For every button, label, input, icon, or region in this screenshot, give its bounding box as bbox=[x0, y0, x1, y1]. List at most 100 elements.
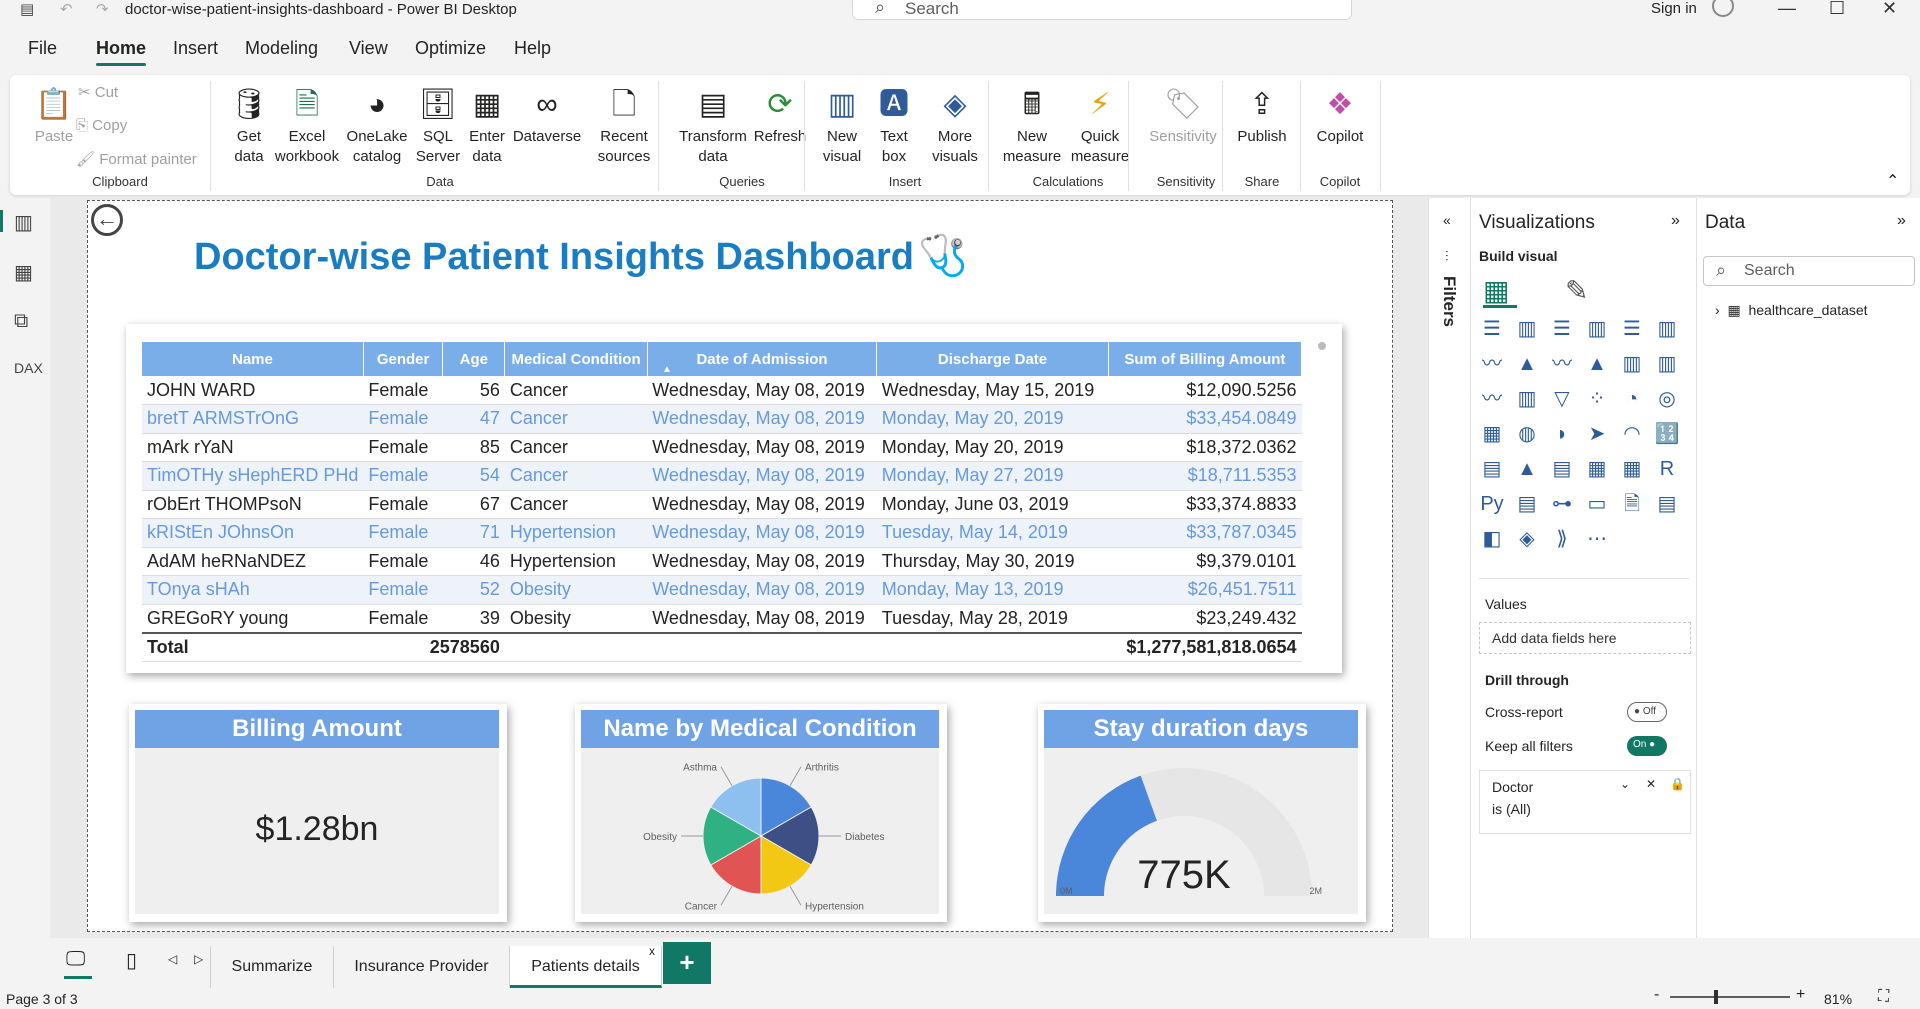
text-box-button[interactable]: 🅰 Text box bbox=[872, 85, 916, 167]
menu-home[interactable]: Home bbox=[96, 38, 147, 66]
menu-insert[interactable]: Insert bbox=[173, 38, 218, 59]
scatter-icon[interactable]: ⁘ bbox=[1584, 386, 1610, 412]
new-visual-button[interactable]: ▥ New visual bbox=[818, 85, 866, 167]
power-apps-icon[interactable]: ◧ bbox=[1479, 526, 1505, 552]
slicer-icon[interactable]: ▤ bbox=[1549, 456, 1575, 482]
100-bar-icon[interactable]: ☰ bbox=[1619, 316, 1645, 342]
table-row[interactable]: JOHN WARD Female 56 Cancer Wednesday, May 08… bbox=[142, 376, 1302, 405]
r-visual-icon[interactable]: R bbox=[1654, 456, 1680, 482]
menu-optimize[interactable]: Optimize bbox=[415, 38, 486, 59]
undo-icon[interactable]: ↶ bbox=[60, 0, 73, 18]
values-drop-zone[interactable]: Add data fields here bbox=[1479, 622, 1691, 654]
column-header-name[interactable]: Name bbox=[142, 342, 364, 376]
save-icon[interactable]: ▤ bbox=[20, 0, 34, 18]
maximize-icon[interactable]: ☐ bbox=[1829, 0, 1845, 19]
report-view-icon[interactable]: ▥ bbox=[0, 210, 33, 235]
dataset-item[interactable]: › ▦ healthcare_dataset bbox=[1715, 302, 1868, 319]
donut-icon[interactable]: ◎ bbox=[1654, 386, 1680, 412]
column-header-discharge-date[interactable]: Discharge Date bbox=[876, 342, 1109, 376]
filled-map-icon[interactable]: ◗ bbox=[1549, 421, 1575, 447]
billing-amount-card[interactable]: Billing Amount $1.28bn bbox=[129, 704, 507, 922]
waterfall-icon[interactable]: ▥ bbox=[1619, 351, 1645, 377]
table-row[interactable]: TimOTHy sHephERD PHd Female 54 Cancer Wednes… bbox=[142, 461, 1302, 491]
sensitivity-button[interactable]: 🏷 Sensitivity bbox=[1138, 85, 1228, 147]
page-tab-insurance-provider[interactable]: Insurance Provider bbox=[334, 946, 510, 988]
quick-measure-button[interactable]: ⚡ Quick measure bbox=[1068, 85, 1132, 167]
chevron-down-icon[interactable]: ⌄ bbox=[1620, 777, 1630, 791]
ribbon-chart-icon[interactable]: ▲ bbox=[1584, 351, 1610, 377]
column-header-gender[interactable]: Gender bbox=[363, 342, 444, 376]
expand-filters-icon[interactable]: « bbox=[1443, 212, 1451, 228]
transform-data-button[interactable]: ▤ Transform data bbox=[668, 85, 758, 167]
cut-button[interactable]: ✂ Cut bbox=[78, 83, 118, 101]
table-row[interactable]: bretT ARMSTrOnG Female 47 Cancer Wednesday, … bbox=[142, 404, 1302, 434]
table-icon[interactable]: ▦ bbox=[1584, 456, 1610, 482]
stay-duration-gauge-card[interactable]: Stay duration days 775K 0M 2M bbox=[1038, 704, 1366, 922]
column-header-date-of-admission[interactable]: Date of Admission bbox=[647, 342, 878, 376]
line-column-icon[interactable]: ▥ bbox=[1654, 351, 1680, 377]
pie-icon[interactable]: ◔ bbox=[1619, 386, 1645, 412]
next-page-icon[interactable]: ▷ bbox=[194, 952, 203, 966]
column-header-billing[interactable]: Sum of Billing Amount bbox=[1108, 342, 1303, 376]
enter-data-button[interactable]: ▦ Enter data bbox=[464, 85, 510, 167]
menu-file[interactable]: File bbox=[28, 38, 57, 59]
dataverse-button[interactable]: ∞ Dataverse bbox=[512, 85, 582, 147]
page-tab-patients-details[interactable]: Patients details bbox=[510, 946, 662, 988]
line-chart-icon[interactable]: 〰 bbox=[1479, 351, 1505, 377]
remove-filter-icon[interactable]: ✕ bbox=[1646, 777, 1656, 791]
more-visuals-icon[interactable]: ⋯ bbox=[1584, 526, 1610, 552]
collapse-ribbon-icon[interactable]: ⌃ bbox=[1886, 171, 1899, 191]
table-view-icon[interactable]: ▦ bbox=[14, 260, 33, 285]
format-visual-tab-icon[interactable]: ✎ bbox=[1565, 274, 1588, 307]
get-data-button[interactable]: 🛢 Get data bbox=[224, 85, 274, 167]
line-stacked-column-icon[interactable]: 〰 bbox=[1479, 386, 1505, 412]
add-page-button[interactable]: + bbox=[663, 942, 711, 984]
clustered-column-icon[interactable]: ▥ bbox=[1584, 316, 1610, 342]
card-icon[interactable]: 🔢 bbox=[1654, 421, 1680, 447]
minimize-icon[interactable]: — bbox=[1778, 0, 1796, 19]
table-row[interactable]: kRIStEn JOhnsOn Female 71 Hypertension Wedne… bbox=[142, 518, 1302, 548]
table-row[interactable]: mArk rYaN Female 85 Cancer Wednesday, May 08… bbox=[142, 433, 1302, 462]
stacked-area-icon[interactable]: 〰 bbox=[1549, 351, 1575, 377]
sign-in-link[interactable]: Sign in bbox=[1651, 0, 1697, 17]
decomposition-tree-icon[interactable]: ⊶ bbox=[1549, 491, 1575, 517]
paste-button[interactable]: 📋 Paste bbox=[24, 85, 84, 147]
multi-row-card-icon[interactable]: ▤ bbox=[1479, 456, 1505, 482]
new-measure-button[interactable]: 🖩 New measure bbox=[1000, 85, 1064, 167]
model-view-icon[interactable]: ⧉ bbox=[14, 310, 28, 333]
menu-view[interactable]: View bbox=[349, 38, 388, 59]
format-painter-button[interactable]: 🖌 Format painter bbox=[76, 150, 197, 168]
drill-through-filter-card[interactable]: Doctor is (All) ⌄ ✕ 🔒 bbox=[1479, 770, 1691, 834]
qna-icon[interactable]: ▭ bbox=[1584, 491, 1610, 517]
medical-condition-pie-card[interactable]: Name by Medical Condition Arthritis Diabe… bbox=[575, 704, 947, 922]
lock-icon[interactable]: 🔒 bbox=[1670, 777, 1685, 791]
build-visual-tab-icon[interactable]: ▦ bbox=[1483, 274, 1517, 308]
column-2-icon[interactable]: ▥ bbox=[1514, 386, 1540, 412]
page-tab-summarize[interactable]: Summarize bbox=[210, 946, 334, 988]
collapse-visualizations-icon[interactable]: » bbox=[1671, 212, 1680, 230]
dax-query-view-icon[interactable]: DAX bbox=[14, 360, 43, 376]
menu-modeling[interactable]: Modeling bbox=[245, 38, 318, 59]
key-influencers-icon[interactable]: ▤ bbox=[1514, 491, 1540, 517]
avatar[interactable] bbox=[1712, 0, 1734, 17]
clustered-bar-icon[interactable]: ☰ bbox=[1549, 316, 1575, 342]
copilot-button[interactable]: ❖ Copilot bbox=[1308, 85, 1372, 147]
close-tab-icon[interactable]: x bbox=[649, 944, 655, 958]
table-row[interactable]: rObErt THOMPsoN Female 67 Cancer Wednesday, … bbox=[142, 490, 1302, 519]
treemap-icon[interactable]: ▦ bbox=[1479, 421, 1505, 447]
previous-page-icon[interactable]: ◁ bbox=[168, 952, 177, 966]
collapse-data-icon[interactable]: » bbox=[1897, 212, 1906, 230]
map-icon[interactable]: ◍ bbox=[1514, 421, 1540, 447]
publish-button[interactable]: ⇪ Publish bbox=[1232, 85, 1292, 147]
kpi-icon[interactable]: ▲ bbox=[1514, 456, 1540, 482]
desktop-layout-icon[interactable]: 🖵 bbox=[66, 948, 85, 971]
table-row[interactable]: AdAM heRNaNDEZ Female 46 Hypertension Wednes… bbox=[142, 547, 1302, 576]
mobile-layout-icon[interactable]: ▯ bbox=[126, 948, 137, 973]
zoom-slider-thumb[interactable] bbox=[1714, 990, 1718, 1004]
cross-report-toggle[interactable]: ● Off bbox=[1627, 702, 1667, 722]
menu-help[interactable]: Help bbox=[514, 38, 551, 59]
close-icon[interactable]: ✕ bbox=[1882, 0, 1897, 19]
more-visuals-button[interactable]: ◈ More visuals bbox=[920, 85, 990, 167]
stacked-bar-icon[interactable]: ☰ bbox=[1479, 316, 1505, 342]
smart-narrative-icon[interactable]: 🗎 bbox=[1619, 491, 1645, 517]
